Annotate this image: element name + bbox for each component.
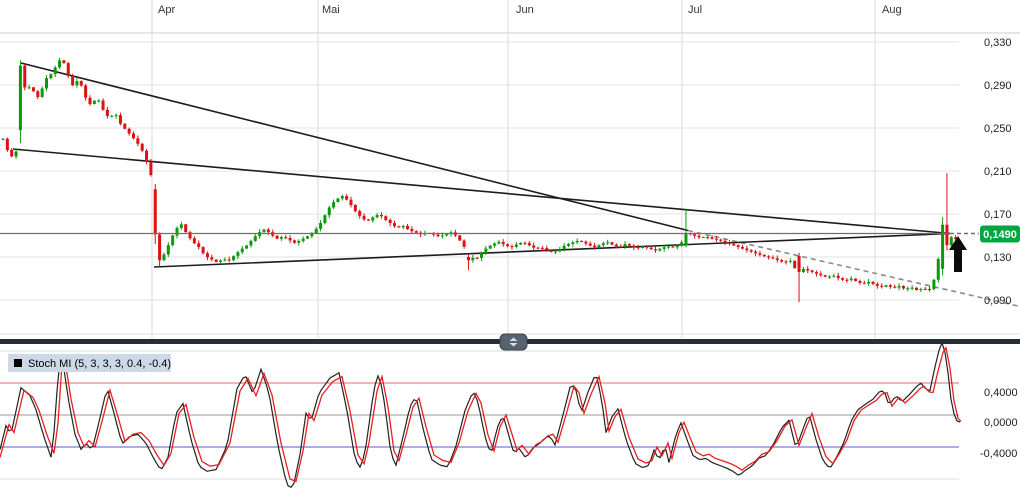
stoch-tick: 0,0000 <box>984 417 1018 429</box>
trendline-descending-shallow <box>12 148 951 235</box>
trendline-ascending-support <box>153 232 951 268</box>
indicator-legend[interactable]: Stoch MI (5, 3, 3, 3, 0.4, -0.4) <box>8 354 171 372</box>
month-label: Jul <box>688 4 702 16</box>
month-label: Jun <box>516 4 534 16</box>
last-price-label: 0,1490 <box>983 229 1017 241</box>
price-tick: 0,090 <box>984 295 1012 307</box>
trading-chart-window: Apr Mai Jun Jul Aug 0,330 0,290 0,250 0,… <box>0 0 1020 488</box>
price-tick: 0,250 <box>984 123 1012 135</box>
grid-lines <box>0 0 1020 338</box>
trendline-annotations[interactable] <box>12 62 1019 307</box>
chart-canvas[interactable]: Apr Mai Jun Jul Aug 0,330 0,290 0,250 0,… <box>0 0 1020 488</box>
stoch-tick: -0,4000 <box>980 448 1017 460</box>
month-label: Mai <box>322 4 340 16</box>
indicator-bullet-icon <box>14 359 22 367</box>
price-axis[interactable]: 0,330 0,290 0,250 0,210 0,170 0,130 0,09… <box>980 37 1020 307</box>
month-label: Apr <box>158 4 175 16</box>
panel-splitter-button[interactable] <box>499 333 528 351</box>
price-tick: 0,130 <box>984 252 1012 264</box>
price-tick: 0,170 <box>984 209 1012 221</box>
price-tick: 0,330 <box>984 37 1012 49</box>
price-tick: 0,210 <box>984 166 1012 178</box>
time-ruler[interactable]: Apr Mai Jun Jul Aug <box>158 4 902 16</box>
indicator-label: Stoch MI (5, 3, 3, 3, 0.4, -0.4) <box>28 358 171 370</box>
stoch-tick: 0,4000 <box>984 387 1018 399</box>
month-label: Aug <box>882 4 902 16</box>
last-price-badge: 0,1490 <box>980 225 1020 243</box>
price-tick: 0,290 <box>984 80 1012 92</box>
stoch-axis[interactable]: 0,4000 0,0000 -0,4000 <box>980 387 1018 460</box>
